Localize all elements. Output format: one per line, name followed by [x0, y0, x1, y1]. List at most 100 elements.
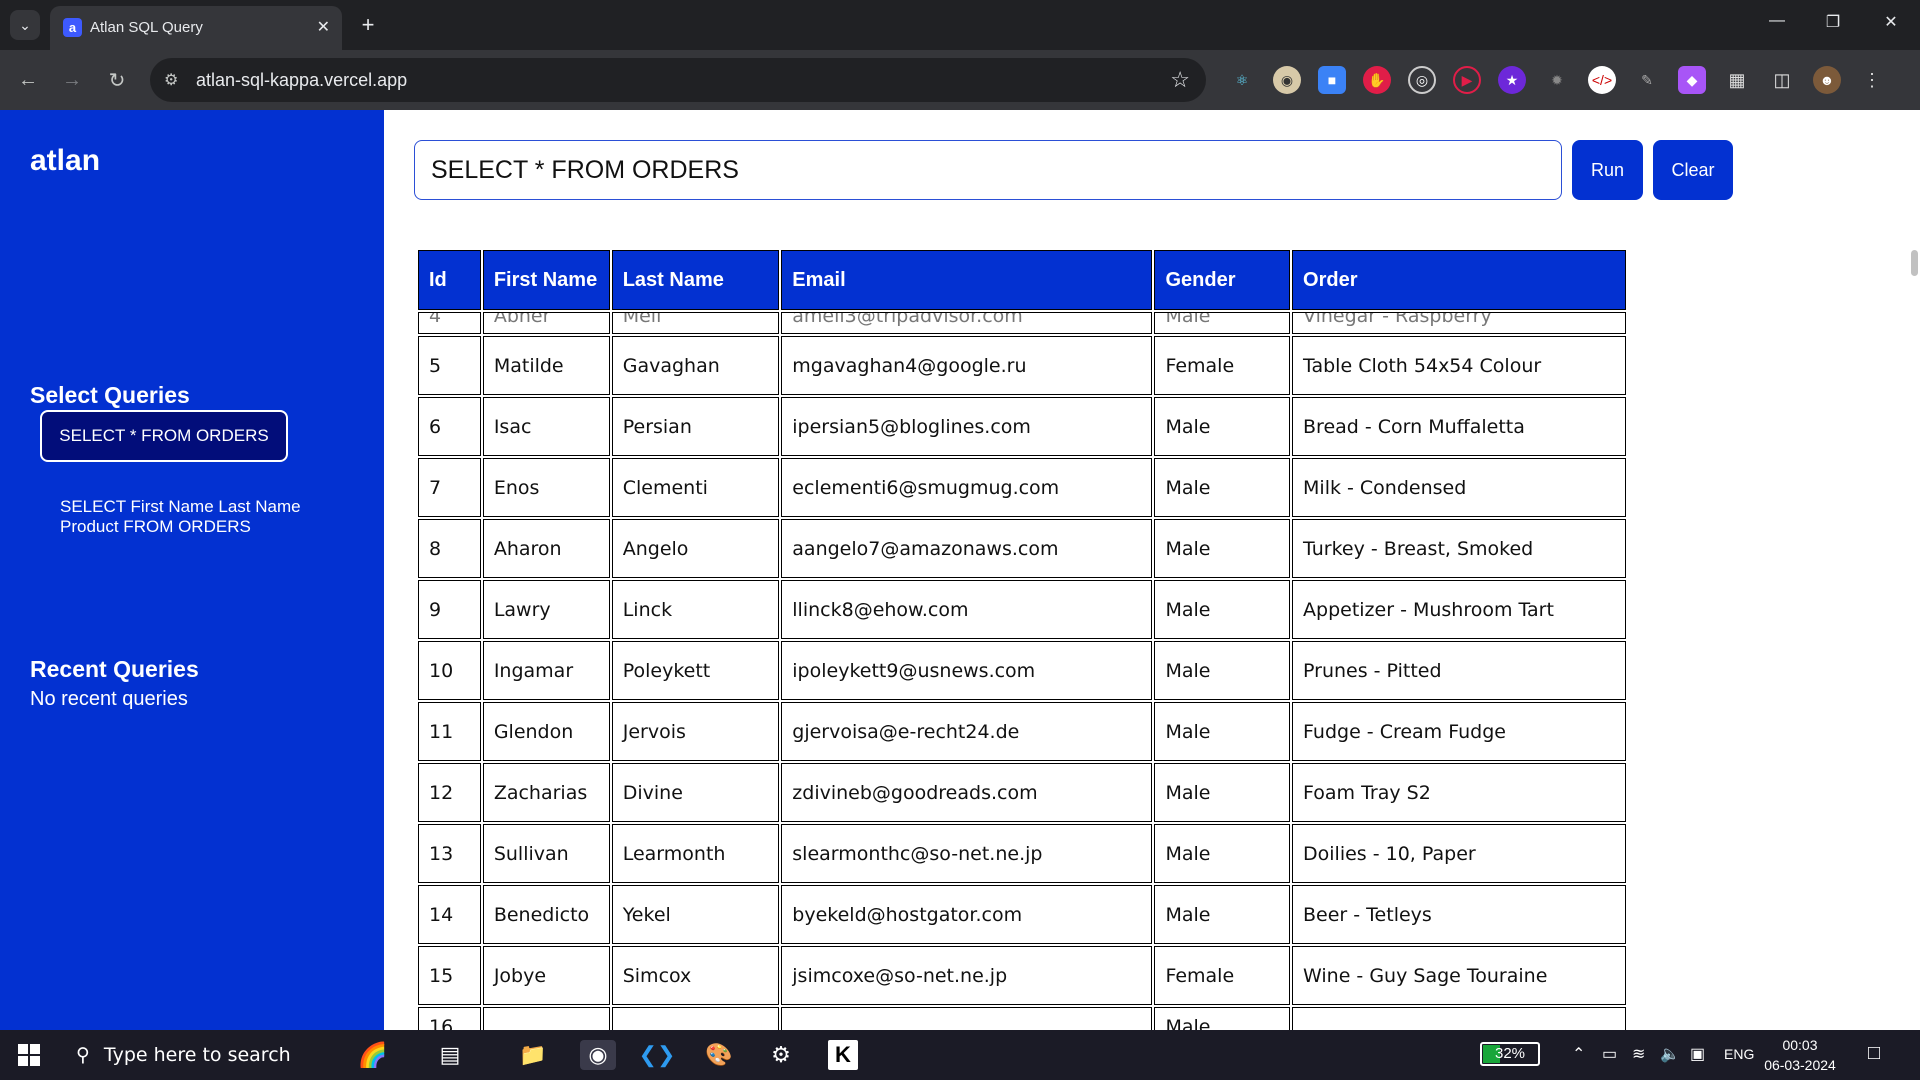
new-tab-plus-icon[interactable]: + [353, 10, 383, 40]
pen-extension-icon[interactable]: ✎ [1633, 66, 1661, 94]
settings-gear-icon[interactable]: ⚙ [766, 1040, 796, 1070]
page-scrollbar-thumb[interactable] [1911, 250, 1918, 276]
table-cell: Clementi [611, 458, 780, 517]
blue-extension-icon[interactable]: ■ [1318, 66, 1346, 94]
table-cell: Turkey - Breast, Smoked [1292, 519, 1626, 578]
table-cell: Ingamar [482, 641, 610, 700]
display-icon[interactable]: ▣ [1690, 1044, 1705, 1064]
table-cell: Benedicto [482, 885, 610, 944]
target-extension-icon[interactable]: ◎ [1408, 66, 1436, 94]
table-cell: mgavaghan4@google.ru [781, 336, 1153, 395]
recent-queries-title: Recent Queries [30, 656, 199, 682]
close-window-icon[interactable]: ✕ [1876, 12, 1906, 32]
browser-tab[interactable]: a Atlan SQL Query ✕ [50, 6, 342, 50]
bookmark-star-icon[interactable]: ☆ [1170, 67, 1190, 93]
table-cell: amell3@tripadvisor.com [781, 312, 1153, 334]
back-arrow-icon[interactable]: ← [14, 66, 42, 94]
table-cell: ipersian5@bloglines.com [781, 397, 1153, 456]
address-bar[interactable]: ⚙ atlan-sql-kappa.vercel.app ☆ [150, 58, 1206, 102]
notifications-icon[interactable]: □ [1868, 1042, 1880, 1065]
table-cell: Angelo [611, 519, 780, 578]
table-cell: zdivineb@goodreads.com [781, 763, 1153, 822]
react-devtools-extension-icon[interactable]: ⚛ [1228, 66, 1256, 94]
tab-close-icon[interactable]: ✕ [317, 17, 330, 37]
table-cell: Foam Tray S2 [1292, 763, 1626, 822]
side-panel-icon[interactable]: ◫ [1768, 66, 1796, 94]
browser-menu-icon[interactable]: ⋮ [1858, 66, 1886, 94]
table-cell: 9 [418, 580, 481, 639]
minimize-icon[interactable]: — [1762, 12, 1792, 30]
table-cell: Jervois [611, 702, 780, 761]
battery-indicator[interactable]: 32% [1480, 1042, 1540, 1066]
holi-colors-widget-icon[interactable]: 🌈 [325, 1040, 420, 1070]
play-extension-icon[interactable]: ▶ [1453, 66, 1481, 94]
clock-time: 00:03 [1782, 1037, 1818, 1053]
table-row-partial-top: 4 Abner Mell amell3@tripadvisor.com Male… [418, 312, 1626, 334]
browser-toolbar: ← → ↻ ⚙ atlan-sql-kappa.vercel.app ☆ ⚛ ◉… [0, 50, 1920, 110]
sql-query-input[interactable] [414, 140, 1562, 200]
table-cell: Linck [611, 580, 780, 639]
bug-extension-icon[interactable]: ✹ [1543, 66, 1571, 94]
profile-avatar[interactable]: ☻ [1813, 66, 1841, 94]
table-cell: Divine [611, 763, 780, 822]
tray-battery-icon[interactable]: ▭ [1602, 1044, 1617, 1064]
query-item-select-names[interactable]: SELECT First Name Last Name Product FROM… [60, 497, 330, 537]
query-item-select-all[interactable]: SELECT * FROM ORDERS [40, 410, 288, 462]
extensions-area: ⚛ ◉ ■ ✋ ◎ ▶ ★ ✹ </> ✎ ◆ ▦ ◫ ☻ ⋮ [1228, 66, 1886, 94]
tray-chevron-up-icon[interactable]: ⌃ [1572, 1044, 1585, 1064]
run-button[interactable]: Run [1572, 140, 1643, 200]
table-row: 12 Zacharias Divine zdivineb@goodreads.c… [418, 763, 1626, 822]
table-cell: 15 [418, 946, 481, 1005]
table-cell: Gavaghan [611, 336, 780, 395]
reload-icon[interactable]: ↻ [103, 66, 131, 94]
table-cell: Appetizer - Mushroom Tart [1292, 580, 1626, 639]
table-cell [611, 1007, 780, 1030]
tab-search-chevron-icon[interactable]: ⌄ [10, 10, 40, 40]
table-cell: Male [1154, 519, 1291, 578]
results-table-container[interactable]: Id First Name Last Name Email Gender Ord… [416, 248, 1628, 1030]
task-view-icon[interactable]: ▤ [435, 1040, 465, 1070]
language-indicator[interactable]: ENG [1724, 1046, 1754, 1062]
red-hand-extension-icon[interactable]: ✋ [1363, 66, 1391, 94]
table-row: 10 Ingamar Poleykett ipoleykett9@usnews.… [418, 641, 1626, 700]
table-cell: slearmonthc@so-net.ne.jp [781, 824, 1153, 883]
table-cell: Male [1154, 824, 1291, 883]
table-cell: Simcox [611, 946, 780, 1005]
paint-taskbar-icon[interactable]: 🎨 [704, 1040, 734, 1070]
wifi-icon[interactable]: ≋ [1632, 1044, 1645, 1064]
table-cell: 12 [418, 763, 481, 822]
extensions-puzzle-icon[interactable]: ▦ [1723, 66, 1751, 94]
windows-start-icon[interactable] [18, 1044, 40, 1066]
table-cell: aangelo7@amazonaws.com [781, 519, 1153, 578]
table-cell: Male [1154, 580, 1291, 639]
table-cell [781, 1007, 1153, 1030]
badge-extension-icon[interactable]: ★ [1498, 66, 1526, 94]
table-cell: Wine - Guy Sage Touraine [1292, 946, 1626, 1005]
taskbar-clock[interactable]: 00:03 06-03-2024 [1760, 1035, 1840, 1075]
address-url[interactable]: atlan-sql-kappa.vercel.app [196, 70, 407, 91]
table-cell: Female [1154, 946, 1291, 1005]
file-explorer-icon[interactable]: 📁 [518, 1040, 548, 1070]
table-cell: 6 [418, 397, 481, 456]
site-settings-icon[interactable]: ⚙ [164, 70, 178, 90]
table-cell: Male [1154, 641, 1291, 700]
restore-window-icon[interactable]: ❐ [1818, 12, 1848, 32]
k-app-taskbar-icon[interactable]: K [828, 1040, 858, 1070]
volume-icon[interactable]: 🔈 [1660, 1044, 1680, 1064]
table-cell: Enos [482, 458, 610, 517]
table-cell: 14 [418, 885, 481, 944]
clear-button[interactable]: Clear [1653, 140, 1733, 200]
table-header-row: Id First Name Last Name Email Gender Ord… [418, 250, 1626, 310]
purple-extension-icon[interactable]: ◆ [1678, 66, 1706, 94]
table-row: 9 Lawry Linck llinck8@ehow.com Male Appe… [418, 580, 1626, 639]
chrome-taskbar-icon[interactable]: ◉ [580, 1040, 616, 1070]
table-row: 8 Aharon Angelo aangelo7@amazonaws.com M… [418, 519, 1626, 578]
owl-extension-icon[interactable]: ◉ [1273, 66, 1301, 94]
taskbar-search[interactable]: ⚲ Type here to search [60, 1030, 330, 1080]
table-cell: Learmonth [611, 824, 780, 883]
column-header-order: Order [1292, 250, 1626, 310]
table-cell: Yekel [611, 885, 780, 944]
forward-arrow-icon[interactable]: → [58, 66, 86, 94]
code-extension-icon[interactable]: </> [1588, 66, 1616, 94]
vscode-taskbar-icon[interactable]: ❮❯ [639, 1040, 676, 1070]
